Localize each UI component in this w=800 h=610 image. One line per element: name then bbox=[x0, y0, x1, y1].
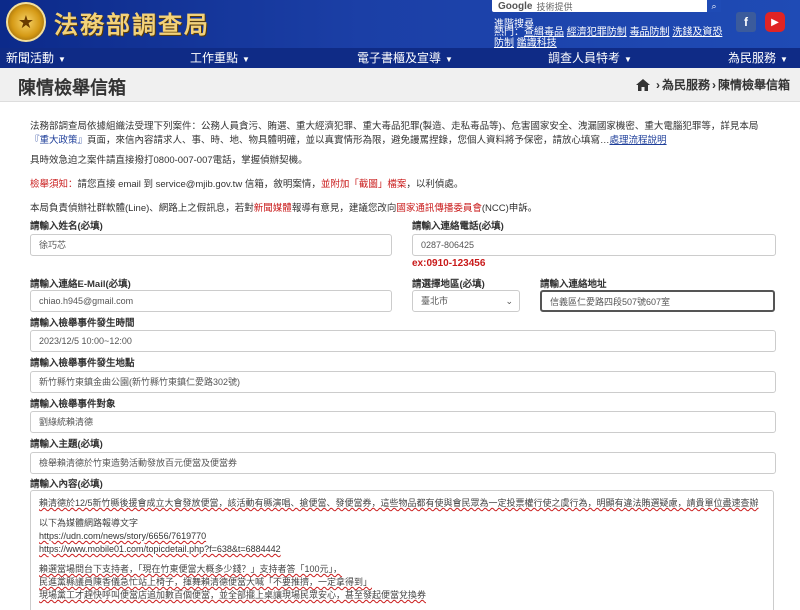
email-input[interactable]: chiao.h945@gmail.com bbox=[30, 290, 392, 312]
nav-item-exam[interactable]: 調查人員特考 ▼ bbox=[548, 48, 632, 70]
subject-input[interactable]: 檢舉賴清德於竹東造勢活動發放百元便當及便當券 bbox=[30, 452, 776, 474]
nav-item-news[interactable]: 新聞活動 ▼ bbox=[6, 48, 66, 70]
breadcrumb-item: 陳情檢舉信箱 bbox=[717, 78, 790, 92]
search-input[interactable]: Google 技術提供 bbox=[492, 0, 719, 12]
breadcrumb-separator: › bbox=[655, 77, 660, 92]
nav-item-ebooks[interactable]: 電子書櫃及宣導 ▼ bbox=[357, 48, 453, 70]
search-placeholder: 技術提供 bbox=[536, 1, 573, 12]
hot-prefix: 熱門： bbox=[494, 27, 524, 38]
site-header: ★ 法務部調查局 Google 技術提供 ⌕ 進階搜尋 熱門：查緝毒品 經濟犯罪… bbox=[0, 0, 800, 49]
chevron-down-icon: ▼ bbox=[242, 55, 250, 64]
ncc-link[interactable]: 國家通訊傳播委員會 bbox=[396, 203, 482, 214]
hot-keywords: 熱門：查緝毒品 經濟犯罪防制 毒品防制 洗錢及資恐防制 鑑識科技 bbox=[494, 27, 726, 49]
email-label: 請輸入連絡E-Mail(必填) bbox=[30, 279, 131, 290]
address-input[interactable]: 信義區仁愛路四段507號607室 bbox=[540, 290, 775, 312]
page-title: 陳情檢舉信箱 bbox=[18, 78, 126, 98]
phone-label: 請輸入連絡電話(必填) bbox=[412, 221, 504, 232]
chevron-down-icon: ▼ bbox=[58, 55, 66, 64]
content-textarea[interactable]: 賴清德於12/5新竹縣後援會成立大會發放便當，該活動有縣演唱、搶便當、發便當券，… bbox=[30, 490, 774, 610]
region-label: 請選擇地區(必填) bbox=[412, 279, 485, 290]
content-link: https://www.mobile01.com/topicdetail.php… bbox=[39, 544, 281, 554]
content-link: https://udn.com/news/story/6656/7619770 bbox=[39, 531, 207, 541]
hot-item[interactable]: 經濟犯罪防制 bbox=[567, 27, 627, 38]
region-select[interactable]: 臺北市 ⌄ bbox=[412, 290, 520, 312]
home-icon[interactable] bbox=[635, 78, 650, 91]
logo-text: 法務部調查局 bbox=[54, 9, 210, 39]
breadcrumb: › 為民服務 › 陳情檢舉信箱 bbox=[635, 76, 790, 93]
address-label: 請輸入連絡地址 bbox=[540, 279, 607, 290]
site-logo[interactable]: ★ 法務部調查局 bbox=[6, 2, 210, 42]
notice-label: 檢舉須知： bbox=[30, 179, 78, 190]
content-line: 以下為媒體網路報導文字 bbox=[39, 518, 139, 528]
title-bar: 陳情檢舉信箱 › 為民服務 › 陳情檢舉信箱 bbox=[0, 68, 800, 102]
place-label: 請輸入檢舉事件發生地點 bbox=[30, 358, 135, 369]
target-input[interactable]: 劉綠統賴清德 bbox=[30, 411, 776, 433]
main-nav: 新聞活動 ▼ 工作重點 ▼ 電子書櫃及宣導 ▼ 調查人員特考 ▼ 為民服務 ▼ bbox=[0, 48, 800, 68]
process-link[interactable]: 處理流程說明 bbox=[610, 135, 667, 146]
time-input[interactable]: 2023/12/5 10:00~12:00 bbox=[30, 330, 776, 352]
screenshot-note: 並附加「截圖」檔案 bbox=[320, 179, 407, 190]
content-line: 民進黨縣議員陳香儀急忙站上椅子，揮舞賴清德便當大喊「不要推擠，一定拿得到」 bbox=[39, 577, 373, 587]
name-label: 請輸入姓名(必填) bbox=[30, 221, 103, 232]
youtube-icon[interactable]: ▶ bbox=[765, 12, 785, 32]
intro-para-4: 本局負責偵辦社群軟體(Line)、網路上之假訊息，若對新聞媒體報導有意見，建議您… bbox=[30, 203, 538, 214]
search-brand: Google bbox=[498, 0, 533, 12]
time-label: 請輸入檢舉事件發生時間 bbox=[30, 318, 135, 329]
policy-link[interactable]: 『重大政策』 bbox=[30, 135, 87, 146]
content-line: 賴選當場問台下支持者，「現在竹東便當大概多少錢？」支持者答「100元」， bbox=[39, 564, 343, 574]
intro-text: 法務部調查局依據組織法受理下列案件：公務人員貪污、賄選、重大經濟犯罪、重大毒品犯… bbox=[30, 120, 770, 216]
place-input[interactable]: 新竹縣竹東鎮金曲公園(新竹縣竹東鎮仁愛路302號) bbox=[30, 371, 776, 393]
chevron-down-icon: ▼ bbox=[624, 55, 632, 64]
hot-item[interactable]: 毒品防制 bbox=[630, 27, 670, 38]
target-label: 請輸入檢舉事件對象 bbox=[30, 399, 116, 410]
breadcrumb-item[interactable]: 為民服務 bbox=[662, 76, 710, 93]
search-icon: ⌕ bbox=[711, 0, 717, 11]
seal-icon: ★ bbox=[6, 2, 46, 42]
hot-item[interactable]: 查緝毒品 bbox=[524, 27, 564, 38]
phone-input[interactable]: 0287-806425 bbox=[412, 234, 776, 256]
chevron-down-icon: ▼ bbox=[780, 55, 788, 64]
nav-item-focus[interactable]: 工作重點 ▼ bbox=[190, 48, 250, 70]
content-label: 請輸入內容(必填) bbox=[30, 479, 103, 490]
name-input[interactable]: 徐巧芯 bbox=[30, 234, 392, 256]
intro-para-2: 具時效急迫之案件請直接撥打0800-007-007電話，掌握偵辦契機。 bbox=[30, 155, 308, 166]
intro-para-1: 法務部調查局依據組織法受理下列案件：公務人員貪污、賄選、重大經濟犯罪、重大毒品犯… bbox=[30, 121, 759, 146]
intro-para-3: 檢舉須知：請您直接 email 到 service@mjib.gov.tw 信箱… bbox=[30, 179, 464, 190]
search-button[interactable]: ⌕ bbox=[707, 0, 721, 12]
region-value: 臺北市 bbox=[421, 296, 449, 306]
chevron-down-icon: ▼ bbox=[445, 55, 453, 64]
content-line: 賴清德於12/5新竹縣後援會成立大會發放便當，該活動有縣演唱、搶便當、發便當券，… bbox=[39, 498, 759, 508]
nav-item-service[interactable]: 為民服務 ▼ bbox=[728, 48, 788, 70]
subject-label: 請輸入主題(必填) bbox=[30, 439, 103, 450]
phone-hint: ex:0910-123456 bbox=[412, 258, 486, 269]
facebook-icon[interactable]: f bbox=[736, 12, 756, 32]
breadcrumb-separator: › bbox=[711, 77, 716, 92]
content-line: 現場黨工才趕快呼叫便當店追加數百個便當，並全部擺上桌讓現場民眾安心，甚至發起便當… bbox=[39, 590, 427, 600]
chevron-down-icon: ⌄ bbox=[505, 296, 513, 306]
media-link[interactable]: 新聞媒體 bbox=[254, 203, 292, 214]
